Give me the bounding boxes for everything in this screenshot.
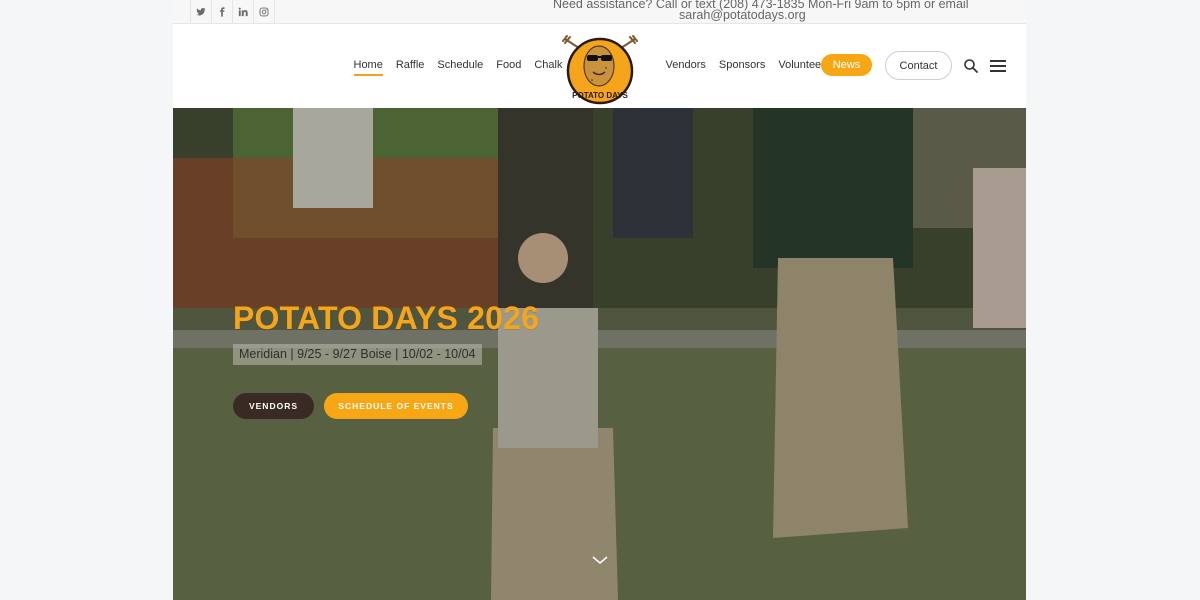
nav-right: Vendors Sponsors Volunteer xyxy=(659,58,831,72)
site-header: Home Raffle Schedule Food Chalk POTATO D… xyxy=(173,24,1026,108)
nav-sponsors[interactable]: Sponsors xyxy=(712,58,771,72)
contact-button[interactable]: Contact xyxy=(885,51,952,80)
nav-food[interactable]: Food xyxy=(490,58,528,72)
vendors-button[interactable]: VENDORS xyxy=(233,393,314,419)
news-button[interactable]: News xyxy=(821,54,872,76)
hero-subtitle: Meridian | 9/25 - 9/27 Boise | 10/02 - 1… xyxy=(233,344,482,365)
potato-days-logo[interactable]: POTATO DAYS xyxy=(559,28,641,106)
nav-home[interactable]: Home xyxy=(347,58,389,76)
hero-section: POTATO DAYS 2026 Meridian | 9/25 - 9/27 … xyxy=(173,108,1026,600)
chevron-down-icon[interactable] xyxy=(592,555,608,565)
hamburger-menu-icon[interactable] xyxy=(990,60,1006,72)
social-links xyxy=(190,0,275,23)
top-bar: Need assistance? Call or text (208) 473-… xyxy=(173,0,1026,24)
search-icon[interactable] xyxy=(963,58,979,74)
hero-title: POTATO DAYS 2026 xyxy=(233,300,540,336)
nav-raffle[interactable]: Raffle xyxy=(389,58,431,72)
assistance-text: Need assistance? Call or text (208) 473-… xyxy=(553,0,993,21)
nav-schedule[interactable]: Schedule xyxy=(431,58,490,72)
nav-left: Home Raffle Schedule Food Chalk xyxy=(347,58,569,76)
nav-vendors[interactable]: Vendors xyxy=(659,58,712,72)
schedule-of-events-button[interactable]: SCHEDULE OF EVENTS xyxy=(324,393,468,419)
twitter-icon[interactable] xyxy=(191,0,212,23)
logo-text: POTATO DAYS xyxy=(572,91,628,100)
assist-line-2[interactable]: sarah@potatodays.org xyxy=(553,9,993,22)
instagram-icon[interactable] xyxy=(254,0,275,23)
linkedin-icon[interactable] xyxy=(233,0,254,23)
facebook-icon[interactable] xyxy=(212,0,233,23)
